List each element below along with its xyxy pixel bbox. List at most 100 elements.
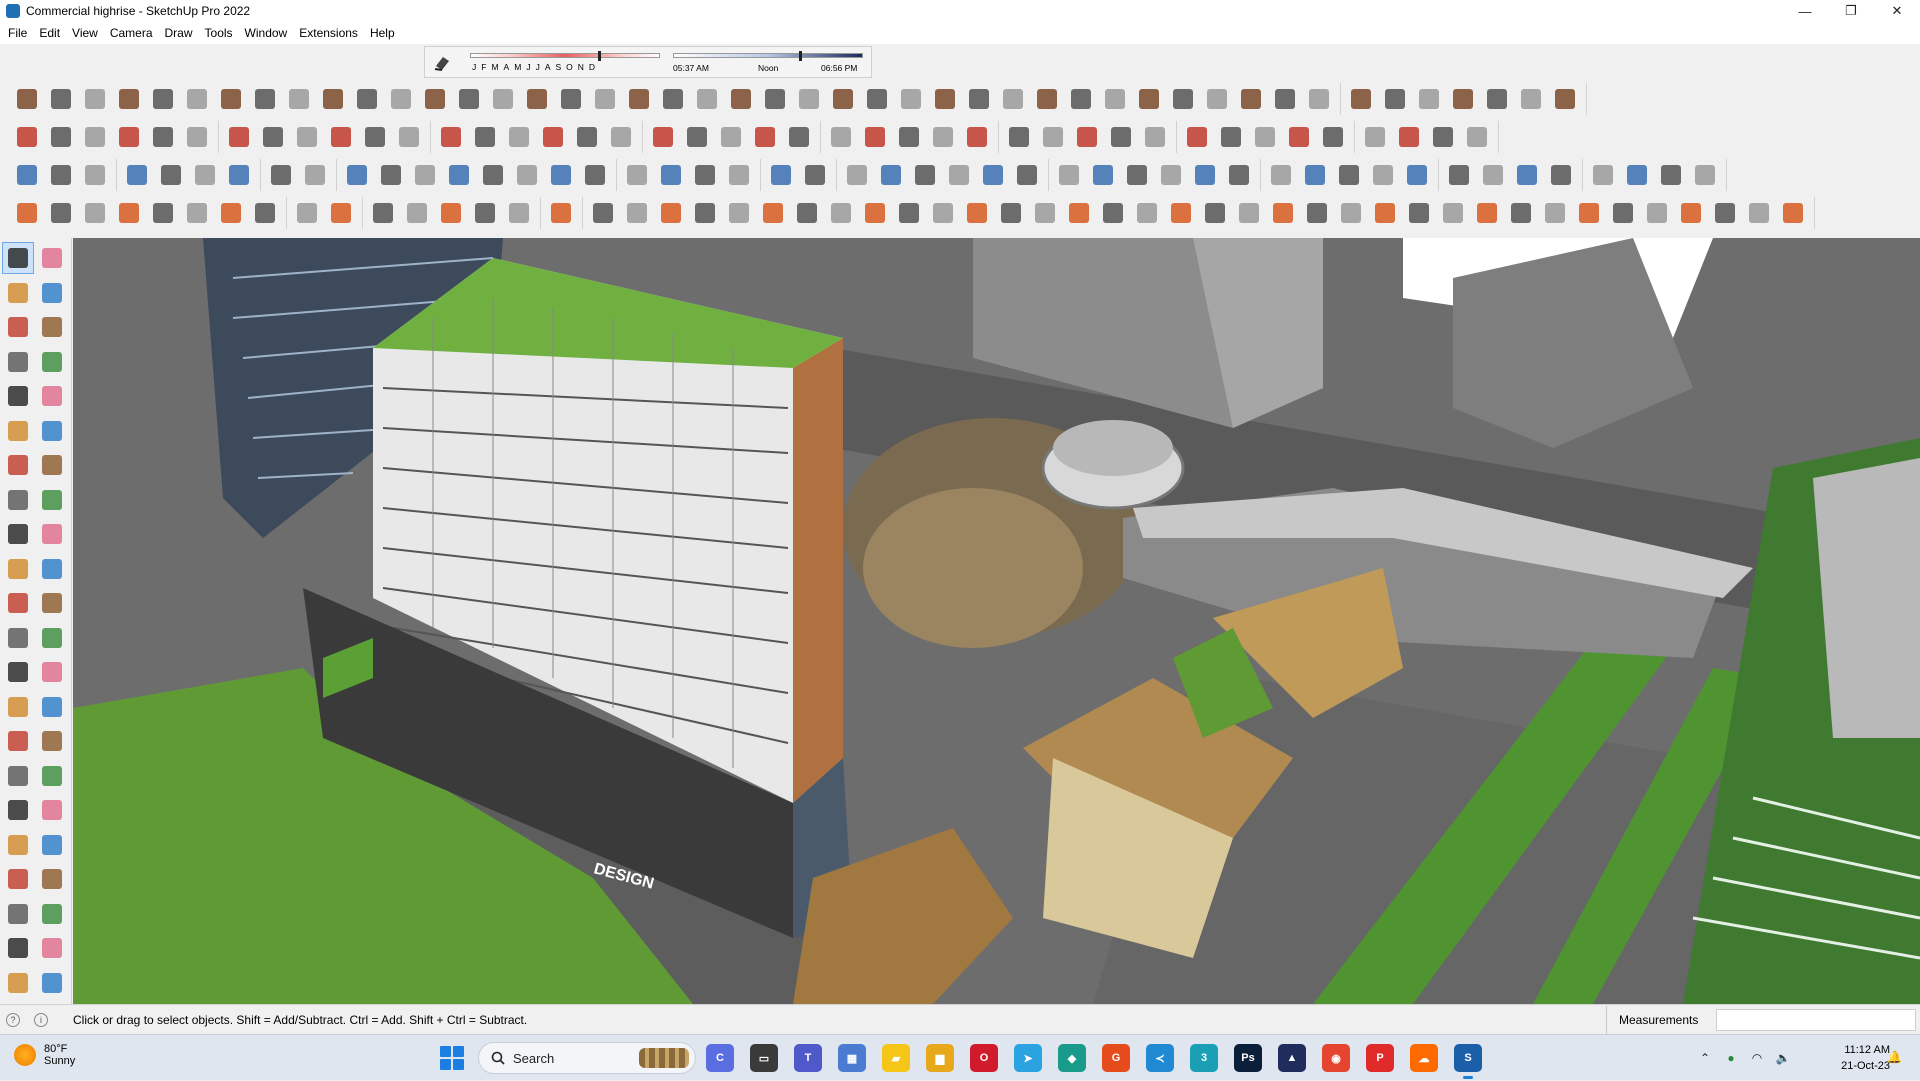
tool-icon[interactable] — [1234, 83, 1268, 115]
tool-icon[interactable] — [248, 83, 282, 115]
tool-button[interactable] — [36, 415, 68, 447]
tool-icon[interactable] — [1086, 159, 1120, 191]
tool-icon[interactable] — [1010, 159, 1044, 191]
tool-icon[interactable] — [840, 159, 874, 191]
tool-icon[interactable] — [1392, 121, 1426, 153]
tool-icon[interactable] — [764, 159, 798, 191]
tool-icon[interactable] — [1400, 159, 1434, 191]
sketchup-3-icon[interactable]: 3 — [1190, 1044, 1218, 1072]
weather-widget[interactable]: 80°F Sunny — [14, 1043, 75, 1067]
tool-icon[interactable] — [656, 83, 690, 115]
tool-icon[interactable] — [1096, 197, 1130, 229]
tool-icon[interactable] — [180, 83, 214, 115]
tool-button[interactable] — [36, 311, 68, 343]
tool-icon[interactable] — [400, 197, 434, 229]
tool-icon[interactable] — [976, 159, 1010, 191]
tool-icon[interactable] — [358, 121, 392, 153]
tool-icon[interactable] — [756, 197, 790, 229]
tool-icon[interactable] — [858, 121, 892, 153]
tool-icon[interactable] — [1402, 197, 1436, 229]
tool-button[interactable] — [36, 656, 68, 688]
menu-file[interactable]: File — [2, 22, 33, 44]
tool-icon[interactable] — [44, 197, 78, 229]
tool-icon[interactable] — [188, 159, 222, 191]
tool-icon[interactable] — [468, 121, 502, 153]
tool-icon[interactable] — [1470, 197, 1504, 229]
tool-icon[interactable] — [1344, 83, 1378, 115]
tool-icon[interactable] — [824, 197, 858, 229]
opera-icon[interactable]: O — [970, 1044, 998, 1072]
tool-icon[interactable] — [1412, 83, 1446, 115]
tool-icon[interactable] — [1544, 159, 1578, 191]
tool-icon[interactable] — [1130, 197, 1164, 229]
tool-icon[interactable] — [1708, 197, 1742, 229]
tool-icon[interactable] — [384, 83, 418, 115]
tool-icon[interactable] — [892, 121, 926, 153]
tool-icon[interactable] — [146, 197, 180, 229]
tool-icon[interactable] — [1480, 83, 1514, 115]
tool-icon[interactable] — [544, 159, 578, 191]
tool-icon[interactable] — [502, 197, 536, 229]
tool-icon[interactable] — [264, 159, 298, 191]
tool-icon[interactable] — [10, 159, 44, 191]
clock[interactable]: 11:12 AM 21-Oct-23 — [1810, 1042, 1890, 1074]
tool-icon[interactable] — [792, 83, 826, 115]
tool-icon[interactable] — [928, 83, 962, 115]
tool-icon[interactable] — [688, 197, 722, 229]
tool-icon[interactable] — [654, 159, 688, 191]
date-slider[interactable]: J F M A M J J A S O N D — [470, 51, 660, 73]
geo-location-icon[interactable]: ? — [6, 1013, 20, 1027]
tool-icon[interactable] — [468, 197, 502, 229]
menu-extensions[interactable]: Extensions — [293, 22, 364, 44]
tool-icon[interactable] — [222, 159, 256, 191]
tool-button[interactable] — [2, 656, 34, 688]
file-explorer-icon[interactable]: ▆ — [926, 1044, 954, 1072]
tool-button[interactable] — [2, 587, 34, 619]
tool-icon[interactable] — [926, 121, 960, 153]
tool-icon[interactable] — [1214, 121, 1248, 153]
tool-icon[interactable] — [892, 197, 926, 229]
tool-icon[interactable] — [782, 121, 816, 153]
tool-icon[interactable] — [350, 83, 384, 115]
tool-icon[interactable] — [578, 159, 612, 191]
tool-icon[interactable] — [324, 197, 358, 229]
tool-icon[interactable] — [604, 121, 638, 153]
tool-icon[interactable] — [1378, 83, 1412, 115]
maximize-button[interactable]: ❐ — [1828, 0, 1874, 22]
teams-icon[interactable]: T — [794, 1044, 822, 1072]
tool-icon[interactable] — [1154, 159, 1188, 191]
tool-button[interactable] — [36, 932, 68, 964]
time-slider-track[interactable] — [673, 53, 863, 58]
vs-code-icon[interactable]: ≺ — [1146, 1044, 1174, 1072]
tool-button[interactable] — [36, 794, 68, 826]
tool-button[interactable] — [36, 725, 68, 757]
tool-icon[interactable] — [1332, 159, 1366, 191]
tool-icon[interactable] — [112, 83, 146, 115]
tool-button[interactable] — [2, 346, 34, 378]
tool-icon[interactable] — [256, 121, 290, 153]
tool-icon[interactable] — [78, 121, 112, 153]
tool-button[interactable] — [2, 380, 34, 412]
tool-icon[interactable] — [1460, 121, 1494, 153]
tool-icon[interactable] — [962, 83, 996, 115]
tool-icon[interactable] — [290, 197, 324, 229]
tool-icon[interactable] — [1620, 159, 1654, 191]
tool-icon[interactable] — [408, 159, 442, 191]
tool-icon[interactable] — [1302, 83, 1336, 115]
tool-icon[interactable] — [1426, 121, 1460, 153]
tool-icon[interactable] — [112, 121, 146, 153]
tool-icon[interactable] — [10, 197, 44, 229]
tool-icon[interactable] — [824, 121, 858, 153]
tool-icon[interactable] — [214, 83, 248, 115]
wifi-icon[interactable]: ◠ — [1750, 1051, 1764, 1065]
tool-icon[interactable] — [960, 197, 994, 229]
tool-icon[interactable] — [146, 121, 180, 153]
tool-icon[interactable] — [1104, 121, 1138, 153]
tool-icon[interactable] — [486, 83, 520, 115]
tool-icon[interactable] — [996, 83, 1030, 115]
tool-icon[interactable] — [1028, 197, 1062, 229]
tool-icon[interactable] — [1606, 197, 1640, 229]
tool-button[interactable] — [36, 863, 68, 895]
tool-icon[interactable] — [44, 159, 78, 191]
chevron-up-icon[interactable]: ⌃ — [1698, 1051, 1712, 1065]
